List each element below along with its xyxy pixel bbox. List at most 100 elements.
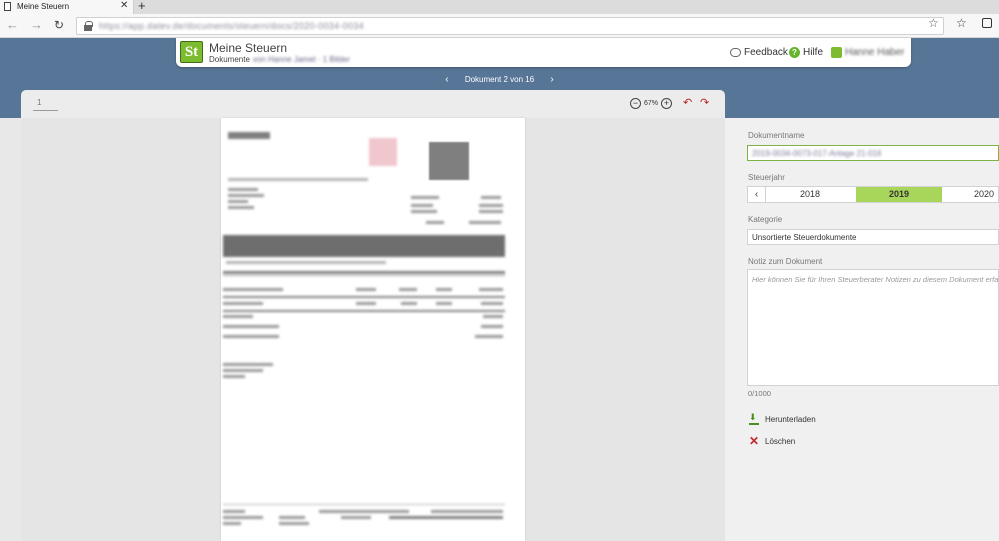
blurred-document-text xyxy=(223,516,263,519)
tax-year-label: Steuerjahr xyxy=(748,173,785,182)
blurred-document-text xyxy=(469,221,501,224)
feedback-label: Feedback xyxy=(744,47,788,58)
subtitle-prefix: Dokumente xyxy=(209,55,250,64)
blurred-document-text xyxy=(481,325,503,328)
zoom-level: 67% xyxy=(644,100,659,107)
app-subtitle: Dokumente von Hanne Jamet · 1 Bilder xyxy=(209,55,350,64)
back-arrow-icon[interactable]: ← xyxy=(6,17,19,32)
doc-name-input[interactable]: 2019-0034-0073-017-Anlage 21-016 xyxy=(747,145,999,161)
download-icon xyxy=(749,412,759,425)
blurred-document-text xyxy=(479,204,503,207)
doc-name-label: Dokumentname xyxy=(748,131,805,140)
subtitle-detail: von Hanne Jamet · 1 Bilder xyxy=(252,55,350,64)
year-prev-button[interactable]: ‹ xyxy=(748,187,766,202)
favorites-icon[interactable]: ☆ xyxy=(956,16,967,30)
rotate-right-icon[interactable]: ↷ xyxy=(700,97,712,109)
viewer-toolbar: 1 − 67% + ↶ ↷ xyxy=(21,90,725,118)
blurred-document-text xyxy=(319,510,409,513)
blurred-document-text xyxy=(411,210,437,213)
blurred-document-text xyxy=(356,288,376,291)
blurred-document-text xyxy=(223,504,505,505)
app-title: Meine Steuern xyxy=(209,41,288,55)
star-icon[interactable]: ☆ xyxy=(928,16,939,30)
note-label: Notiz zum Dokument xyxy=(748,257,823,266)
zoom-out-button[interactable]: − xyxy=(630,98,641,109)
blurred-document-text xyxy=(223,325,279,328)
year-option-2019[interactable]: 2019 xyxy=(856,187,942,202)
blurred-document-text xyxy=(223,369,263,372)
browser-tabbar: Meine Steuern ✕ + xyxy=(0,0,999,14)
lock-icon xyxy=(84,21,93,31)
blurred-document-text xyxy=(479,210,503,213)
tab-title: Meine Steuern xyxy=(17,2,70,11)
year-option-2020[interactable]: 2020 xyxy=(944,187,999,202)
help-icon: ? xyxy=(789,47,800,58)
next-document-button[interactable]: › xyxy=(550,74,553,85)
blurred-document-text xyxy=(228,194,264,197)
reload-icon[interactable]: ↻ xyxy=(54,18,64,32)
blurred-document-text xyxy=(279,516,305,519)
blurred-document-text xyxy=(399,288,417,291)
blurred-document-text xyxy=(226,261,386,264)
document-pager: ‹ Dokument 2 von 16 › xyxy=(0,74,999,85)
document-page xyxy=(221,118,525,541)
browser-tab[interactable]: Meine Steuern ✕ xyxy=(0,0,134,14)
blurred-document-text xyxy=(223,275,505,276)
forward-arrow-icon[interactable]: → xyxy=(30,17,43,32)
category-select[interactable]: Unsortierte Steuerdokumente xyxy=(747,229,999,245)
blurred-document-text xyxy=(426,221,444,224)
blurred-document-text xyxy=(228,188,258,191)
year-option-2018[interactable]: 2018 xyxy=(766,187,854,202)
note-char-counter: 0/1000 xyxy=(748,389,771,398)
prev-document-button[interactable]: ‹ xyxy=(445,74,448,85)
help-link[interactable]: ? Hilfe xyxy=(789,47,823,58)
feedback-bubble-icon xyxy=(730,48,741,57)
blurred-document-text xyxy=(228,200,248,203)
blurred-document-text xyxy=(228,206,254,209)
blurred-document-text xyxy=(228,178,368,181)
blurred-document-text xyxy=(431,510,503,513)
page-number-input[interactable]: 1 xyxy=(33,98,58,111)
url-input[interactable]: https://app.datev.de/documents/steuern/d… xyxy=(76,17,944,35)
document-counter: Dokument 2 von 16 xyxy=(464,75,535,84)
blurred-document-text xyxy=(223,310,505,312)
user-menu[interactable]: Hanne Haber xyxy=(831,47,904,58)
blurred-document-text xyxy=(429,142,469,180)
delete-button[interactable]: ✕ Löschen xyxy=(749,434,796,448)
blurred-document-text xyxy=(356,302,376,305)
collections-icon[interactable] xyxy=(982,18,992,28)
blurred-document-text xyxy=(436,302,452,305)
app-header: St Meine Steuern Dokumente von Hanne Jame… xyxy=(176,38,911,67)
blurred-document-text xyxy=(228,132,270,139)
rotate-left-icon[interactable]: ↶ xyxy=(683,97,695,109)
document-viewer[interactable] xyxy=(21,118,725,541)
category-label: Kategorie xyxy=(748,215,783,224)
blurred-document-text xyxy=(436,288,452,291)
blurred-document-text xyxy=(223,271,505,274)
user-icon xyxy=(831,47,842,58)
blurred-document-text xyxy=(389,516,503,519)
logo[interactable]: St xyxy=(180,41,203,63)
delete-label: Löschen xyxy=(765,436,796,446)
blurred-document-text xyxy=(223,296,505,298)
zoom-in-button[interactable]: + xyxy=(661,98,673,109)
blurred-document-text xyxy=(223,510,245,513)
blurred-document-text xyxy=(223,288,283,291)
download-button[interactable]: Herunterladen xyxy=(749,412,816,425)
close-tab-icon[interactable]: ✕ xyxy=(120,0,128,11)
delete-x-icon: ✕ xyxy=(749,434,760,448)
blurred-document-text xyxy=(223,235,505,257)
blurred-document-text xyxy=(223,522,241,525)
blurred-document-text xyxy=(483,315,503,318)
new-tab-button[interactable]: + xyxy=(138,0,146,13)
doc-name-value: 2019-0034-0073-017-Anlage 21-016 xyxy=(752,149,882,158)
blurred-document-text xyxy=(279,522,309,525)
address-bar: ← → ↻ https://app.datev.de/documents/ste… xyxy=(0,14,999,38)
blurred-document-text xyxy=(481,302,503,305)
feedback-link[interactable]: Feedback xyxy=(730,47,788,58)
note-textarea[interactable]: Hier können Sie für Ihren Steuerberater … xyxy=(747,269,999,386)
blurred-document-text xyxy=(223,363,273,366)
blurred-document-text xyxy=(369,138,397,166)
blurred-document-text xyxy=(411,204,433,207)
tax-year-selector: ‹ 2018 2019 2020 xyxy=(747,186,999,203)
